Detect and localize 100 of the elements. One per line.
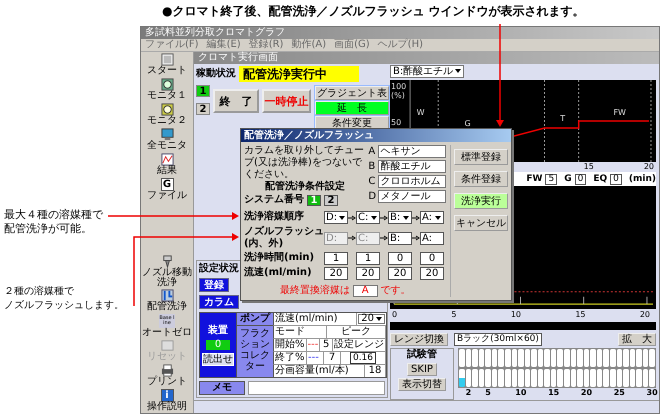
end-button[interactable]: 終 了 bbox=[213, 89, 259, 113]
toolbar-button[interactable]: 全モニタ bbox=[141, 127, 193, 152]
solvent-field[interactable]: 酢酸エチル bbox=[378, 160, 446, 173]
time-field[interactable]: 0 bbox=[574, 174, 586, 184]
nozzle-field[interactable]: B: bbox=[388, 232, 412, 244]
time-field[interactable]: 0 bbox=[388, 252, 412, 265]
panel-icon bbox=[160, 53, 174, 66]
solvent-select[interactable]: C: bbox=[356, 211, 380, 224]
flow-field[interactable]: 20 bbox=[388, 267, 412, 280]
table-cell: --- bbox=[307, 352, 324, 364]
dialog-button[interactable]: キャンセル bbox=[454, 215, 508, 231]
table-cell: 5 bbox=[320, 339, 333, 351]
callout-text: 最大４種の溶媒種で bbox=[4, 208, 103, 222]
system-button[interactable]: 2 bbox=[196, 103, 210, 115]
toolbar-button[interactable]: プリント bbox=[141, 363, 193, 388]
arrow-icon bbox=[348, 235, 356, 241]
flow-field[interactable]: 20 bbox=[324, 267, 348, 280]
toolbar-button[interactable]: ノズル移動洗浄 bbox=[141, 254, 193, 288]
dropdown-arrow-icon bbox=[339, 216, 346, 220]
flow-field[interactable]: 20 bbox=[420, 267, 444, 280]
time-field[interactable]: 5 bbox=[545, 174, 558, 184]
time-field[interactable]: 0 bbox=[420, 252, 444, 265]
range-field[interactable]: 0.16 bbox=[350, 352, 376, 364]
solvent-letter: B bbox=[368, 160, 376, 172]
toolbar-button[interactable]: スタート bbox=[141, 52, 193, 77]
memo-field[interactable] bbox=[248, 381, 385, 395]
axis-label: 20 bbox=[644, 162, 654, 172]
register-button[interactable]: 登録 bbox=[199, 278, 229, 292]
flow-select[interactable]: 20 bbox=[358, 314, 385, 324]
menu-item[interactable]: ヘルプ(H) bbox=[378, 39, 423, 51]
final-solvent-label: 最終置換溶媒は bbox=[280, 284, 350, 296]
side-button[interactable]: グラジェント表 bbox=[315, 86, 389, 100]
time-field[interactable]: 0 bbox=[610, 174, 622, 184]
axis-label: 5 bbox=[451, 309, 456, 320]
segment-label: T bbox=[560, 114, 566, 124]
time-label: EQ bbox=[593, 173, 608, 185]
solvent-select[interactable]: D: bbox=[324, 211, 348, 224]
callout-text: ノズルフラッシュします。 bbox=[4, 299, 124, 313]
time-field[interactable]: 1 bbox=[324, 252, 348, 265]
instruction-text: カラムを取り外してチューブ(又は洗浄棒)をつないでください。 bbox=[244, 145, 365, 180]
field-label: システム番号 bbox=[244, 194, 304, 206]
solvent-select[interactable]: B:酢酸エチル bbox=[390, 64, 464, 78]
printer-icon bbox=[160, 364, 174, 377]
zoom-button[interactable]: 拡 大 bbox=[618, 332, 656, 346]
toolbar-button[interactable]: モニタ１ bbox=[141, 77, 193, 102]
dropdown-arrow-icon bbox=[403, 216, 409, 220]
menu-item[interactable]: 画面(G) bbox=[334, 39, 370, 51]
toolbar-button[interactable]: i 操作説明 bbox=[141, 388, 193, 413]
info-icon: i bbox=[160, 389, 174, 402]
table-cell: 開始% bbox=[274, 339, 307, 351]
solvent-field[interactable]: ヘキサン bbox=[378, 145, 446, 158]
dropdown-arrow-icon bbox=[376, 317, 382, 321]
toolbar-button[interactable]: 結果 bbox=[141, 152, 193, 177]
unit-label: (min) bbox=[628, 173, 656, 185]
toolbar-button[interactable]: G ファイル bbox=[141, 177, 193, 202]
table-cell: --- bbox=[306, 339, 320, 351]
table-cell: 7 bbox=[324, 352, 341, 364]
window-title: 多試料並列分取クロマトグラフ bbox=[141, 27, 659, 39]
solvent-select[interactable]: B: bbox=[388, 211, 412, 224]
dialog-button[interactable]: 洗浄実行 bbox=[454, 193, 508, 209]
solvent-letter: D bbox=[368, 190, 376, 202]
menu-item[interactable]: ファイル(F) bbox=[145, 39, 199, 51]
toolbar-button[interactable]: モニタ２ bbox=[141, 102, 193, 127]
solvent-field[interactable]: クロロホルム bbox=[378, 175, 446, 188]
system-toggle[interactable]: 2 bbox=[324, 194, 338, 206]
screen-title: クロマト実行画面 bbox=[194, 52, 659, 64]
menu-item[interactable]: 登録(R) bbox=[248, 39, 284, 51]
tube-number: 25 bbox=[614, 388, 625, 398]
flow-field[interactable]: 20 bbox=[356, 267, 380, 280]
rack-label: Bラック(30ml×60) bbox=[454, 332, 542, 346]
range-button[interactable]: レンジ切換 bbox=[390, 332, 448, 346]
solvent-select[interactable]: A: bbox=[420, 211, 444, 224]
table-cell: 設定レンジ bbox=[333, 339, 386, 351]
time-field[interactable]: 1 bbox=[356, 252, 380, 265]
arrow-icon bbox=[412, 235, 420, 241]
table-cell: 終了% bbox=[274, 352, 307, 364]
menu-item[interactable]: 動作(A) bbox=[291, 39, 326, 51]
display-button[interactable]: 表示切替 bbox=[398, 378, 446, 391]
table-cell: ピーク bbox=[327, 326, 386, 338]
dialog-button[interactable]: 標準登録 bbox=[454, 149, 508, 165]
tube-number: 10 bbox=[515, 388, 526, 398]
toolbar-button[interactable]: 配管洗浄 bbox=[141, 288, 193, 313]
reset-icon bbox=[160, 339, 174, 352]
column-button[interactable]: カラム bbox=[199, 295, 239, 309]
axis-label: (%) bbox=[391, 91, 405, 100]
nozzle-icon bbox=[160, 255, 174, 268]
skip-button[interactable]: SKIP bbox=[407, 363, 437, 376]
file-icon: G bbox=[160, 178, 174, 191]
read-button[interactable]: 読出せ bbox=[202, 352, 234, 366]
system-button[interactable]: 1 bbox=[196, 85, 210, 97]
pump-label: ポンプ bbox=[237, 313, 273, 326]
callout-text: 配管洗浄が可能。 bbox=[4, 222, 93, 236]
solvent-field[interactable]: メタノール bbox=[378, 190, 446, 203]
dialog-button[interactable]: 条件登録 bbox=[454, 171, 508, 187]
table-cell: モード bbox=[274, 326, 327, 338]
dropdown-arrow-icon bbox=[455, 69, 462, 73]
side-button[interactable]: 延 長 bbox=[315, 101, 389, 115]
arrow-icon bbox=[380, 214, 388, 220]
nozzle-field[interactable]: A: bbox=[420, 232, 444, 244]
menu-item[interactable]: 編集(E) bbox=[206, 39, 241, 51]
